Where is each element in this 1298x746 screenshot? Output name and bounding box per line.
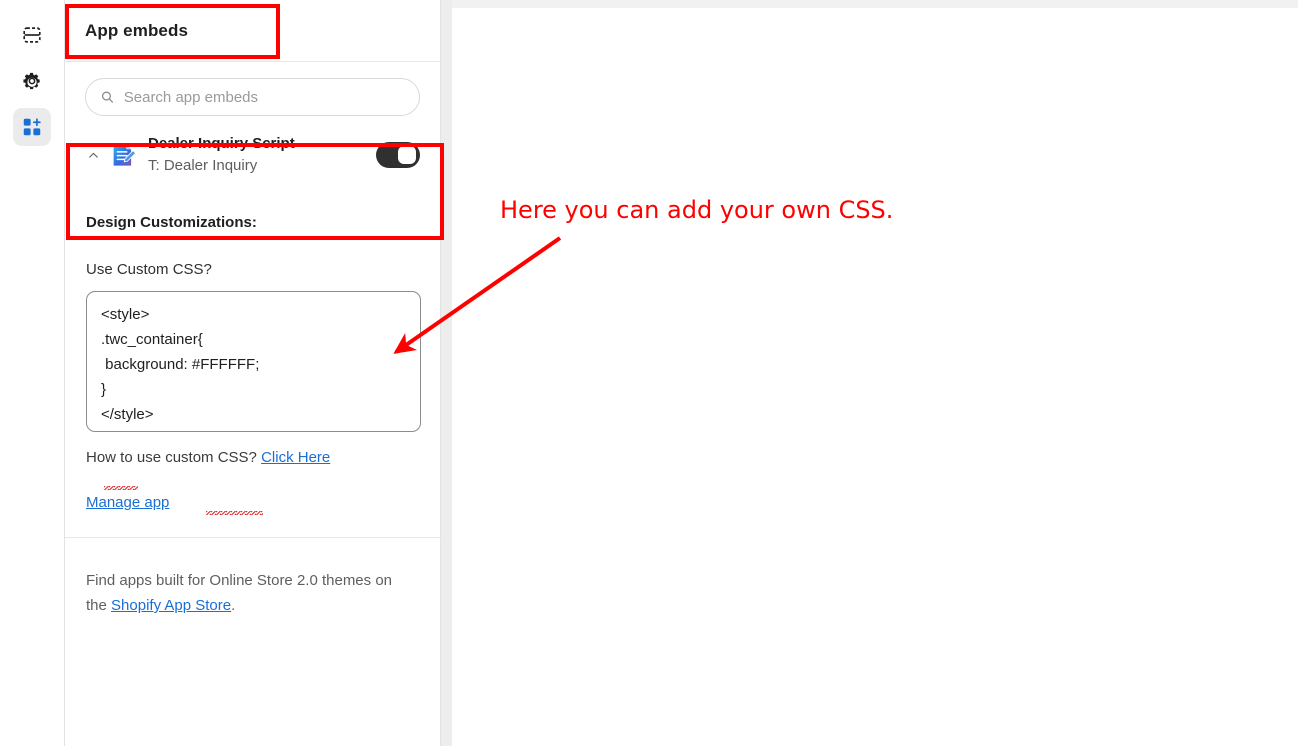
design-customizations-heading: Design Customizations:: [86, 214, 257, 231]
sidebar-item-theme-settings[interactable]: [13, 62, 51, 100]
app-store-note: Find apps built for Online Store 2.0 the…: [65, 538, 440, 618]
app-store-note-text-after: .: [231, 597, 236, 614]
shopify-app-store-link[interactable]: Shopify App Store: [111, 597, 231, 614]
design-customizations-section: Design Customizations: Use Custom CSS? H…: [65, 192, 441, 538]
sections-icon: [23, 27, 41, 43]
use-custom-css-label: Use Custom CSS?: [86, 261, 212, 278]
sidebar-item-app-embeds[interactable]: [13, 108, 51, 146]
sidebar-item-sections[interactable]: [13, 16, 51, 54]
search-icon: [101, 91, 114, 103]
click-here-link[interactable]: Click Here: [261, 449, 330, 466]
search-section: [65, 62, 440, 116]
app-embed-title: Dealer Inquiry Script: [148, 135, 295, 152]
custom-css-textarea[interactable]: [86, 291, 421, 432]
panel-preview-gap: [441, 0, 452, 746]
custom-css-help-line: How to use custom CSS? Click Here: [86, 447, 420, 469]
app-embeds-panel: App embeds Search app embeds Dealer Inqu…: [65, 0, 441, 746]
manage-app-link[interactable]: Manage app: [86, 494, 169, 511]
search-input[interactable]: [123, 88, 405, 106]
search-box[interactable]: [85, 78, 420, 116]
app-embed-texts: Dealer Inquiry Script T: Dealer Inquiry: [146, 134, 368, 176]
collapse-chevron-up-icon[interactable]: [86, 149, 100, 162]
page-title: App embeds: [85, 20, 189, 40]
theme-preview-area[interactable]: [452, 8, 1298, 746]
app-embed-subtitle: T: Dealer Inquiry: [148, 157, 258, 174]
app-embed-toggle[interactable]: [376, 142, 420, 168]
toggle-knob: [398, 146, 416, 164]
panel-header: App embeds: [65, 0, 440, 62]
app-embed-row[interactable]: Dealer Inquiry Script T: Dealer Inquiry: [65, 116, 440, 192]
custom-css-help-text: How to use custom CSS?: [86, 449, 262, 466]
manage-app-line: Manage app: [86, 492, 420, 514]
dealer-inquiry-app-icon: [113, 144, 136, 166]
gear-icon: [23, 72, 40, 90]
app-root: App embeds Search app embeds Dealer Inqu…: [0, 0, 1298, 746]
editor-sidebar-rail: [0, 0, 65, 746]
app-blocks-plus-icon: [23, 118, 41, 136]
